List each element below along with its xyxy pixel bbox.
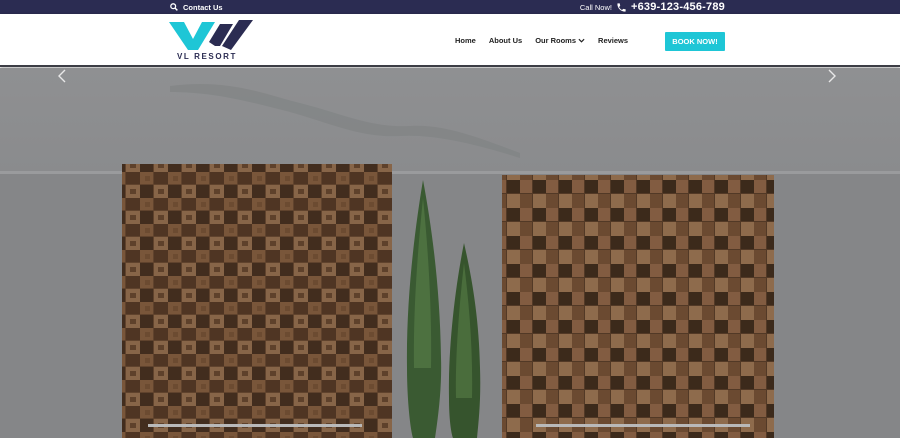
nav-our-rooms[interactable]: Our Rooms bbox=[535, 36, 585, 45]
logo-text: VL RESORT bbox=[177, 52, 238, 61]
nav-reviews-label: Reviews bbox=[598, 36, 629, 45]
contact-us-link[interactable]: Contact Us bbox=[170, 1, 223, 13]
next-slide-arrow[interactable] bbox=[825, 68, 839, 84]
phone-number-link[interactable]: +639-123-456-789 bbox=[631, 1, 725, 13]
call-now: Call Now! +639-123-456-789 bbox=[580, 0, 725, 14]
nav-home[interactable]: Home bbox=[455, 36, 476, 45]
book-now-button[interactable]: BOOK NOW! bbox=[665, 32, 725, 51]
prev-slide-arrow[interactable] bbox=[55, 68, 69, 84]
top-bar: Contact Us Call Now! +639-123-456-789 bbox=[0, 0, 900, 14]
nav-about-us[interactable]: About Us bbox=[489, 36, 522, 45]
chevron-left-icon bbox=[58, 69, 66, 83]
hero-image bbox=[0, 68, 900, 438]
logo-mark-icon bbox=[169, 20, 253, 50]
main-nav: Home About Us Our Rooms Reviews bbox=[455, 36, 641, 45]
logo[interactable]: VL RESORT bbox=[169, 20, 255, 62]
call-now-label: Call Now! bbox=[579, 2, 612, 12]
contact-us-label: Contact Us bbox=[183, 2, 223, 12]
chevron-right-icon bbox=[828, 69, 836, 83]
search-icon bbox=[170, 3, 178, 11]
chevron-down-icon bbox=[578, 38, 585, 43]
hero-slider bbox=[0, 68, 900, 438]
site-header: VL RESORT Home About Us Our Rooms Review… bbox=[0, 14, 900, 67]
nav-home-label: Home bbox=[455, 36, 476, 45]
nav-about-us-label: About Us bbox=[488, 36, 523, 45]
nav-reviews[interactable]: Reviews bbox=[598, 36, 628, 45]
nav-our-rooms-label: Our Rooms bbox=[535, 36, 577, 45]
phone-icon bbox=[617, 2, 626, 12]
